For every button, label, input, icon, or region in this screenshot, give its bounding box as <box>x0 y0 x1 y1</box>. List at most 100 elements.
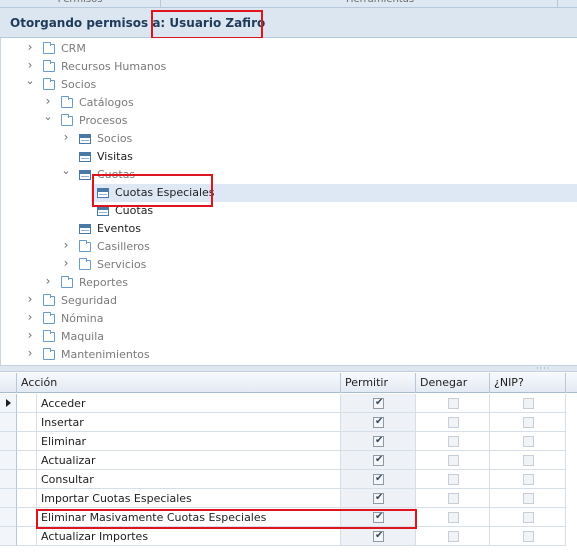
chevron-right-icon[interactable]: › <box>61 257 71 269</box>
chevron-down-icon[interactable]: ⌄ <box>25 75 35 86</box>
nip-checkbox[interactable] <box>523 436 534 447</box>
permitir-checkbox[interactable] <box>373 397 384 409</box>
permitir-checkbox[interactable] <box>373 454 384 466</box>
title-prefix: Otorgando permisos a: <box>10 16 170 30</box>
row-selector[interactable] <box>0 527 17 546</box>
denegar-cell <box>416 413 490 432</box>
column-header-permitir[interactable]: Permitir <box>341 373 416 393</box>
tree-node[interactable]: › Catálogos <box>1 94 577 112</box>
row-selector[interactable] <box>0 432 17 451</box>
nip-checkbox[interactable] <box>523 417 534 428</box>
tree-node[interactable]: › Casilleros <box>1 238 577 256</box>
tab-herramientas[interactable]: Herramientas <box>320 0 440 7</box>
form-icon <box>79 152 91 162</box>
accion-cell[interactable]: Eliminar <box>37 432 341 451</box>
chevron-right-icon[interactable]: › <box>61 239 71 251</box>
tree-node[interactable]: Cuotas Especiales <box>1 184 577 202</box>
chevron-down-icon[interactable]: ⌄ <box>43 111 53 122</box>
nip-checkbox[interactable] <box>523 398 534 409</box>
tree-node[interactable]: ⌄ Cuotas <box>1 165 577 184</box>
accion-cell[interactable]: Consultar <box>37 470 341 489</box>
denegar-checkbox[interactable] <box>448 512 459 523</box>
form-icon <box>97 188 109 198</box>
permitir-cell <box>341 527 416 546</box>
nip-checkbox[interactable] <box>523 531 534 542</box>
tree-node[interactable]: ⌄ Socios <box>1 75 577 94</box>
permitir-checkbox[interactable] <box>373 511 384 523</box>
chevron-right-icon[interactable]: › <box>61 131 71 143</box>
chevron-right-icon[interactable]: › <box>25 293 35 305</box>
tree-node-label: Seguridad <box>61 294 117 307</box>
denegar-cell <box>416 508 490 527</box>
row-selector[interactable] <box>0 508 17 527</box>
tree-node[interactable]: Visitas <box>1 148 577 166</box>
tree-node[interactable]: ⌄ Procesos <box>1 111 577 130</box>
target-user-name: Usuario Zafiro <box>169 16 266 30</box>
chevron-right-icon[interactable]: › <box>43 275 53 287</box>
chevron-right-icon[interactable]: › <box>43 95 53 107</box>
tree-node[interactable]: Cuotas <box>1 202 577 220</box>
permitir-checkbox[interactable] <box>373 530 384 542</box>
chevron-right-icon[interactable]: › <box>25 347 35 359</box>
denegar-checkbox[interactable] <box>448 398 459 409</box>
column-header-denegar[interactable]: Denegar <box>416 373 490 393</box>
permitir-checkbox[interactable] <box>373 473 384 485</box>
chevron-right-icon[interactable]: › <box>25 59 35 71</box>
chevron-right-icon[interactable]: › <box>25 329 35 341</box>
folder-icon <box>43 42 55 54</box>
tree-node[interactable]: › Reportes <box>1 274 577 292</box>
nip-checkbox[interactable] <box>523 455 534 466</box>
folder-icon <box>43 312 55 324</box>
column-header-nip[interactable]: ¿NIP? <box>490 373 566 393</box>
splitter-grip[interactable]: ···· <box>536 364 550 373</box>
accion-cell[interactable]: Acceder <box>37 394 341 413</box>
folder-icon <box>43 78 55 90</box>
tree-node[interactable]: › Mantenimientos <box>1 346 577 364</box>
tree-node[interactable]: › Servicios <box>1 256 577 274</box>
tree-node[interactable]: › Socios <box>1 130 577 148</box>
row-indent <box>17 432 37 451</box>
tree-node[interactable]: › CRM <box>1 40 577 58</box>
row-selector[interactable] <box>0 489 17 508</box>
tree-node[interactable]: › Maquila <box>1 328 577 346</box>
permitir-checkbox[interactable] <box>373 416 384 428</box>
nip-checkbox[interactable] <box>523 493 534 504</box>
tree-node[interactable]: Eventos <box>1 220 577 238</box>
nip-checkbox[interactable] <box>523 474 534 485</box>
chevron-down-icon[interactable]: ⌄ <box>61 165 71 176</box>
accion-cell[interactable]: Importar Cuotas Especiales <box>37 489 341 508</box>
nip-checkbox[interactable] <box>523 512 534 523</box>
tab-permisos[interactable]: Permisos <box>40 0 120 7</box>
permitir-checkbox[interactable] <box>373 492 384 504</box>
denegar-checkbox[interactable] <box>448 474 459 485</box>
denegar-checkbox[interactable] <box>448 493 459 504</box>
row-indent <box>17 451 37 470</box>
tree-node[interactable]: › Recursos Humanos <box>1 58 577 76</box>
row-selector[interactable] <box>0 413 17 432</box>
column-header-accion[interactable]: Acción <box>17 373 341 393</box>
permitir-cell <box>341 508 416 527</box>
denegar-checkbox[interactable] <box>448 455 459 466</box>
accion-cell[interactable]: Actualizar Importes <box>37 527 341 546</box>
accion-cell[interactable]: Eliminar Masivamente Cuotas Especiales <box>37 508 341 527</box>
chevron-right-icon[interactable]: › <box>25 41 35 53</box>
permitir-checkbox[interactable] <box>373 435 384 447</box>
row-selector[interactable] <box>0 394 17 413</box>
panel-splitter[interactable]: ···· <box>0 364 577 373</box>
permitir-cell <box>341 413 416 432</box>
row-selector[interactable] <box>0 470 17 489</box>
module-tree: › CRM › Recursos Humanos ⌄ Socios › Catálogos ⌄ P… <box>0 38 577 365</box>
nip-cell <box>490 451 566 470</box>
permitir-cell <box>341 489 416 508</box>
accion-cell[interactable]: Insertar <box>37 413 341 432</box>
denegar-checkbox[interactable] <box>448 417 459 428</box>
denegar-checkbox[interactable] <box>448 531 459 542</box>
tree-node[interactable]: › Nómina <box>1 310 577 328</box>
row-selector[interactable] <box>0 451 17 470</box>
denegar-cell <box>416 470 490 489</box>
denegar-checkbox[interactable] <box>448 436 459 447</box>
chevron-right-icon[interactable]: › <box>25 311 35 323</box>
accion-cell[interactable]: Actualizar <box>37 451 341 470</box>
tree-node[interactable]: › Seguridad <box>1 292 577 310</box>
permissions-grid: Acción Permitir Denegar ¿NIP? AccederIns… <box>0 373 577 560</box>
